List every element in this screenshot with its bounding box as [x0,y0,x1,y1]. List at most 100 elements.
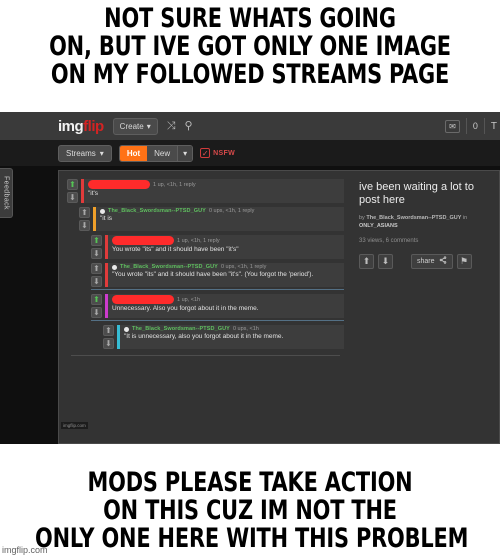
profile-initial[interactable]: T [491,121,498,132]
avatar [124,326,129,332]
comment-divider [91,320,344,321]
comment-upvote-button[interactable]: ⬆ [79,207,90,218]
comment-username[interactable]: The_Black_Swordsman--PTSD_GUY [120,264,218,270]
bottom-caption-line-1: MODS PLEASE TAKE ACTION [87,466,413,498]
comment-vote-group: ⬆ ⬇ [91,235,102,259]
comment-downvote-button[interactable]: ⬇ [103,338,114,349]
comment-upvote-button[interactable]: ⬆ [67,179,78,190]
comment-text: Unnecessary. Also you forgot about it in… [112,305,259,312]
streams-dropdown[interactable]: Streams ▾ [58,144,112,162]
share-icon [439,256,447,266]
comment-username[interactable]: The_Black_Swordsman--PTSD_GUY [132,326,230,332]
comment-meta: 1 up, <1h, 1 reply [177,237,220,244]
comment-vote-group: ⬆ ⬇ [67,179,78,203]
comment-body: The_Black_Swordsman--PTSD_GUY 0 ups, <1h,… [105,263,344,287]
chevron-down-icon: ▾ [146,121,151,131]
nsfw-checkbox[interactable]: ✓ NSFW [200,148,235,158]
comment-row: ⬆ ⬇ 1 up, <1h, 1 reply "it's [67,179,344,203]
shuffle-icon[interactable]: ⤨ [167,120,176,132]
stream-nav-row: Streams ▾ Hot New ▾ ✓ NSFW [0,140,500,166]
comment-upvote-button[interactable]: ⬆ [103,325,114,336]
create-button[interactable]: Create ▾ [112,117,158,135]
bottom-caption-line-3: ONLY ONE HERE WITH THIS PROBLEM [35,522,469,554]
share-button[interactable]: share [411,253,453,269]
post-actions: ⬆ ⬇ share ⚑ [359,253,491,269]
imgflip-topbar: imgflip Create ▾ ⤨ ⚲ ✉ 0 T [0,112,500,140]
feedback-tab[interactable]: Feedback [0,168,13,218]
sort-toggle: Hot New ▾ [118,144,194,162]
by-prefix: by [359,214,365,221]
comment-row: ⬆ ⬇ 1 up, <1h, 1 reply You wrote "its" and … [91,235,344,259]
post-byline: by The_Black_Swordsman--PTSD_GUY in ONLY… [359,215,491,231]
chevron-down-icon: ▾ [99,148,104,158]
post-downvote-button[interactable]: ⬇ [378,253,393,269]
comment-item: ⬆ ⬇ The_Black_Swordsman--PTSD_GUY 0 ups, <1… [103,325,344,349]
comment-downvote-button[interactable]: ⬇ [91,276,102,287]
comment-row: ⬆ ⬇ 1 up, <1h Unnecessary. Also you forgot … [91,294,344,318]
comment-header: 1 up, <1h [112,295,341,304]
comment-item: ⬆ ⬇ 1 up, <1h, 1 reply You wrote "its" and … [91,235,344,259]
comment-header: The_Black_Swordsman--PTSD_GUY 0 ups, <1h,… [112,264,341,270]
comment-item: ⬆ ⬇ The_Black_Swordsman--PTSD_GUY 0 ups, <1… [79,207,344,231]
comment-downvote-button[interactable]: ⬇ [91,307,102,318]
imgflip-logo[interactable]: imgflip [58,118,104,135]
notification-count[interactable]: 0 [465,118,485,134]
inner-watermark: imgflip.com [61,422,88,429]
avatar [112,264,117,270]
top-caption-line-2: ON, BUT IVE GOT ONLY ONE IMAGE [49,31,451,63]
redacted-username [88,180,150,189]
logo-flip-text: flip [83,117,104,135]
search-icon[interactable]: ⚲ [185,120,193,132]
comment-meta: 0 ups, <1h [232,326,259,332]
topbar-right-group: ✉ 0 T [445,112,500,140]
comment-username[interactable]: The_Black_Swordsman--PTSD_GUY [108,208,206,214]
comment-body: 1 up, <1h, 1 reply You wrote "its" and it… [105,235,344,259]
comment-upvote-button[interactable]: ⬆ [91,263,102,274]
post-upvote-button[interactable]: ⬆ [359,253,374,269]
tab-new[interactable]: New [147,145,178,161]
comment-item: ⬆ ⬇ The_Black_Swordsman--PTSD_GUY 0 ups, <1… [91,263,344,290]
embedded-screenshot: imgflip Create ▾ ⤨ ⚲ ✉ 0 T Streams ▾ Hot… [0,112,500,444]
comment-meta: 0 ups, <1h, 1 reply [220,264,267,270]
comment-downvote-button[interactable]: ⬇ [67,192,78,203]
comment-body: 1 up, <1h Unnecessary. Also you forgot ab… [105,294,344,318]
post-title[interactable]: ive been waiting a lot to post here [359,181,491,208]
comment-text: "You wrote "its" and it should have been… [112,271,314,278]
redacted-username [112,236,174,245]
comment-item: ⬆ ⬇ 1 up, <1h, 1 reply "it's [67,179,344,203]
comment-upvote-button[interactable]: ⬆ [91,294,102,305]
logo-img-text: img [58,117,84,135]
comment-meta: 1 up, <1h [177,296,201,303]
comment-body: The_Black_Swordsman--PTSD_GUY 0 ups, <1h "… [117,325,344,349]
comment-row: ⬆ ⬇ The_Black_Swordsman--PTSD_GUY 0 ups, <1… [91,263,344,287]
chevron-down-icon[interactable]: ▾ [177,145,193,161]
nsfw-label: NSFW [213,149,235,157]
share-label: share [417,257,435,265]
comment-vote-group: ⬆ ⬇ [79,207,90,231]
comment-text: "it is [100,215,113,222]
bottom-caption-line-2: ON THIS CUZ IM NOT THE [103,494,397,526]
post-author[interactable]: The_Black_Swordsman--PTSD_GUY [366,215,461,221]
avatar [100,208,105,214]
top-caption: NOT SURE WHATS GOING ON, BUT IVE GOT ONL… [35,3,465,91]
comment-body: 1 up, <1h, 1 reply "it's [81,179,344,203]
post-stream[interactable]: ONLY_ASIANS [359,223,491,231]
comment-row: ⬆ ⬇ The_Black_Swordsman--PTSD_GUY 0 ups, <1… [103,325,344,349]
post-card: ⬆ ⬇ 1 up, <1h, 1 reply "it's ⬆ ⬇ The_Black_Swo… [58,170,500,444]
comment-upvote-button[interactable]: ⬆ [91,235,102,246]
create-label: Create [119,121,144,131]
comment-downvote-button[interactable]: ⬇ [79,220,90,231]
top-caption-line-1: NOT SURE WHATS GOING [104,3,396,34]
flag-button[interactable]: ⚑ [456,253,472,269]
comment-meta: 1 up, <1h, 1 reply [153,181,196,188]
comment-downvote-button[interactable]: ⬇ [91,248,102,259]
comment-divider [91,289,344,290]
comment-body: The_Black_Swordsman--PTSD_GUY 0 ups, <1h,… [93,207,344,231]
comment-meta: 0 ups, <1h, 1 reply [208,208,255,214]
top-caption-line-3: ON MY FOLLOWED STREAMS PAGE [50,59,450,91]
tab-hot[interactable]: Hot [119,145,148,161]
comment-header: The_Black_Swordsman--PTSD_GUY 0 ups, <1h,… [100,208,341,214]
mail-icon[interactable]: ✉ [445,119,460,133]
post-details: ive been waiting a lot to post here by T… [349,171,499,443]
bottom-caption: MODS PLEASE TAKE ACTION ON THIS CUZ IM N… [35,466,469,554]
